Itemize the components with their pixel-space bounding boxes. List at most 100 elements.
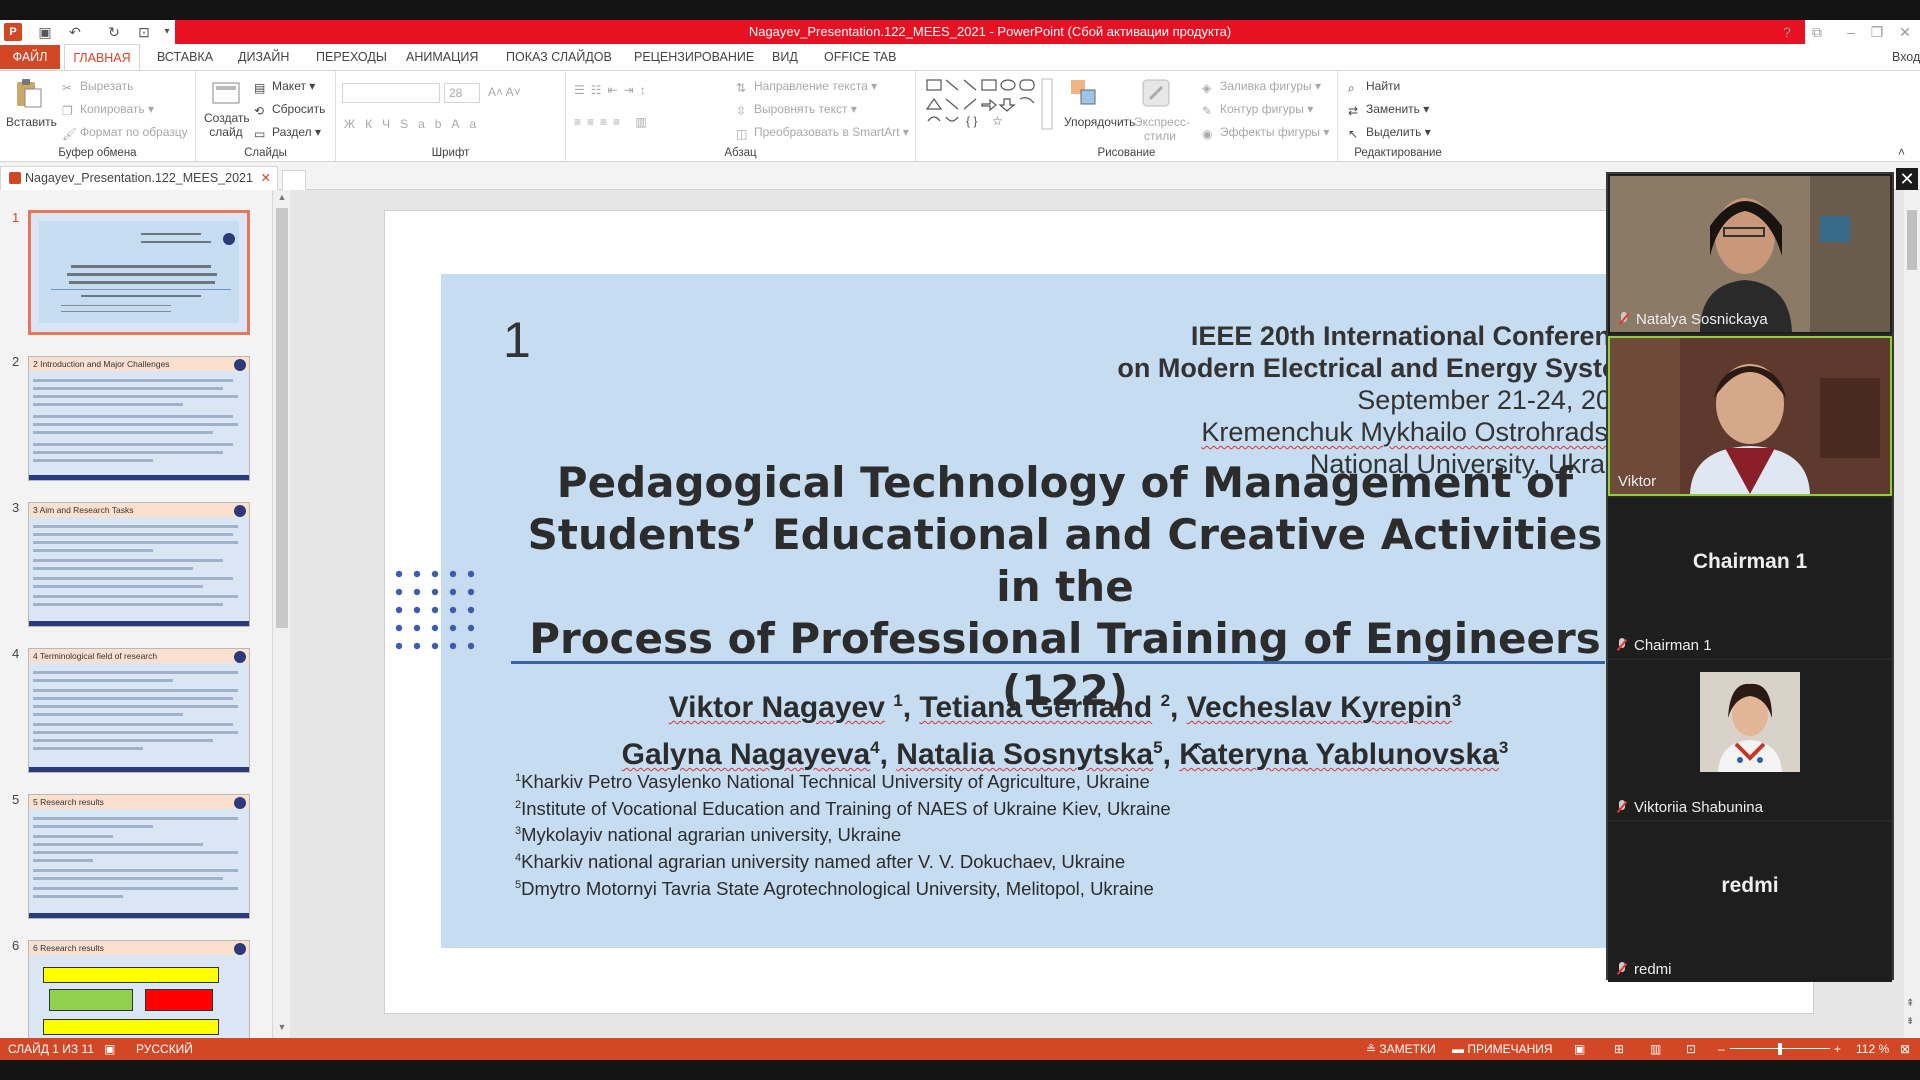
- fit-to-window-icon[interactable]: ⊠: [1900, 1038, 1910, 1060]
- zoom-level[interactable]: 112 %: [1856, 1038, 1889, 1060]
- close-window-icon[interactable]: ✕: [1894, 22, 1916, 42]
- smartart-button[interactable]: ◫ Преобразовать в SmartArt ▾: [736, 125, 909, 141]
- close-tab-icon[interactable]: ✕: [261, 167, 271, 189]
- reset-button[interactable]: ⟲ Сбросить: [254, 102, 326, 118]
- thumbnail-slide-4[interactable]: 4 Terminological field of research: [28, 648, 250, 773]
- normal-view-icon[interactable]: ▣: [1574, 1038, 1585, 1060]
- tab-file[interactable]: ФАЙЛ: [0, 45, 60, 69]
- find-button[interactable]: ⌕ Найти: [1348, 79, 1400, 95]
- close-video-panel-icon[interactable]: ✕: [1896, 168, 1918, 190]
- replace-button[interactable]: ⇄ Заменить ▾: [1348, 102, 1429, 118]
- reset-label: Сбросить: [272, 102, 326, 116]
- thumbnail-diagram-box: [43, 1019, 219, 1035]
- help-icon[interactable]: ?: [1776, 22, 1798, 42]
- zoom-slider-thumb[interactable]: [1778, 1043, 1782, 1055]
- participant-tile[interactable]: Chairman 1 Chairman 1: [1608, 498, 1892, 658]
- thumbnails-scrollbar[interactable]: ▲ ▼: [272, 190, 290, 1038]
- thumbnail-slide-1[interactable]: [28, 210, 250, 335]
- shapes-gallery-icon[interactable]: { } ☆: [924, 77, 1054, 133]
- tab-slideshow[interactable]: ПОКАЗ СЛАЙДОВ: [506, 44, 612, 70]
- document-tab[interactable]: Nagayev_Presentation.122_MEES_2021 ✕: [0, 166, 278, 190]
- scroll-up-icon[interactable]: ▲: [275, 192, 289, 204]
- slideshow-view-icon[interactable]: ⊡: [1686, 1038, 1696, 1060]
- font-style-buttons[interactable]: ЖКЧSabAa: [344, 117, 486, 131]
- participant-tile-active[interactable]: Viktor: [1608, 336, 1892, 496]
- participant-tile[interactable]: redmi redmi: [1608, 822, 1892, 982]
- minimize-icon[interactable]: –: [1840, 22, 1862, 42]
- cut-button[interactable]: ✂ Вырезать: [62, 79, 133, 95]
- thumbnail-text: [33, 595, 238, 598]
- slide-sorter-icon[interactable]: ⊞: [1614, 1038, 1624, 1060]
- ribbon-display-icon[interactable]: ⧉: [1806, 22, 1828, 42]
- new-slide-button[interactable]: Создать слайд: [204, 111, 250, 139]
- tab-office-tab[interactable]: OFFICE TAB: [824, 44, 896, 70]
- participant-tile[interactable]: Natalya Sosnickaya: [1608, 174, 1892, 334]
- tab-home[interactable]: ГЛАВНАЯ: [64, 44, 140, 71]
- title-line: Pedagogical Technology of Management of: [556, 458, 1574, 507]
- slideshow-icon[interactable]: ⊡: [135, 23, 153, 41]
- signin-link[interactable]: Вход: [1892, 44, 1920, 70]
- thumbnails-scroll-thumb[interactable]: [276, 208, 288, 628]
- thumbnail-slide-2[interactable]: 2 Introduction and Major Challenges: [28, 356, 250, 481]
- reading-view-icon[interactable]: ▥: [1650, 1038, 1661, 1060]
- new-tab-button[interactable]: [282, 170, 306, 190]
- slide-canvas[interactable]: IEEE 20th International Conference on Mo…: [384, 210, 1814, 1014]
- decoration-dot: [413, 606, 421, 614]
- font-group: 28 A˄ A˅ ЖКЧSabAa Шрифт: [336, 71, 566, 161]
- scroll-down-icon[interactable]: ▼: [275, 1022, 289, 1034]
- language-indicator[interactable]: РУССКИЙ: [136, 1038, 193, 1060]
- text-direction-button[interactable]: ⇅ Направление текста ▾: [736, 79, 877, 95]
- thumbnail-title: 4 Terminological field of research: [29, 649, 249, 663]
- copy-button[interactable]: ❐ Копировать ▾: [62, 102, 154, 118]
- customize-toolbar-icon[interactable]: ▾: [158, 23, 176, 41]
- thumbnail-slide-5[interactable]: 5 Research results: [28, 794, 250, 919]
- video-participants-panel: Natalya Sosnickaya Viktor Chairman 1 Cha…: [1606, 172, 1894, 982]
- collapse-ribbon-icon[interactable]: ˄: [1898, 145, 1905, 159]
- save-icon[interactable]: ▣: [36, 23, 54, 41]
- powerpoint-window: P ▣ ↶ ↻ ⊡ ▾ Nagayev_Presentation.122_MEE…: [0, 0, 1920, 1080]
- redo-icon[interactable]: ↻: [105, 23, 123, 41]
- shape-outline-button[interactable]: ✎ Контур фигуры ▾: [1202, 102, 1313, 118]
- paste-button[interactable]: Вставить: [6, 115, 57, 129]
- align-text-icon: ⇳: [736, 104, 747, 118]
- thumbnail-slide-3[interactable]: 3 Aim and Research Tasks: [28, 502, 250, 627]
- tab-insert[interactable]: ВСТАВКА: [157, 44, 213, 70]
- decoration-dot: [431, 570, 439, 578]
- tab-design[interactable]: ДИЗАЙН: [238, 44, 289, 70]
- shape-effects-button[interactable]: ◉ Эффекты фигуры ▾: [1202, 125, 1329, 141]
- participant-tile[interactable]: Viktoriia Shabunina: [1608, 660, 1892, 820]
- font-size-box[interactable]: 28: [444, 83, 480, 103]
- grow-font-icon[interactable]: A˄ A˅: [488, 85, 521, 99]
- tab-animation[interactable]: АНИМАЦИЯ: [406, 44, 478, 70]
- undo-icon[interactable]: ↶: [66, 23, 84, 41]
- affiliation-line: 4Kharkiv national agrarian university na…: [515, 847, 1605, 874]
- tab-view[interactable]: ВИД: [772, 44, 798, 70]
- tab-transitions[interactable]: ПЕРЕХОДЫ: [316, 44, 387, 70]
- thumbnail-slide-6[interactable]: 6 Research results: [28, 940, 250, 1038]
- maximize-icon[interactable]: ❐: [1866, 22, 1888, 42]
- format-painter-button[interactable]: 🖌 Формат по образцу: [62, 125, 188, 141]
- slide-scroll-thumb[interactable]: [1907, 210, 1917, 270]
- quick-styles-button[interactable]: Экспресс-стили: [1134, 115, 1190, 143]
- list-icons[interactable]: ☰☷⇤⇥↕: [574, 83, 652, 97]
- select-button[interactable]: ↖ Выделить ▾: [1348, 125, 1431, 141]
- zoom-in-icon[interactable]: +: [1834, 1038, 1841, 1060]
- layout-button[interactable]: ▤ Макет ▾: [254, 79, 315, 95]
- prev-slide-icon[interactable]: ⇞: [1906, 998, 1918, 1009]
- arrange-button[interactable]: Упорядочить: [1064, 115, 1135, 129]
- spellcheck-icon[interactable]: ▣: [104, 1038, 115, 1060]
- slide-scrollbar[interactable]: ⇞ ⇟: [1904, 190, 1920, 1038]
- comments-button[interactable]: ▬ ПРИМЕЧАНИЯ: [1452, 1038, 1553, 1060]
- next-slide-icon[interactable]: ⇟: [1906, 1016, 1918, 1027]
- shape-effects-label: Эффекты фигуры: [1220, 125, 1321, 139]
- decoration-dot: [431, 642, 439, 650]
- font-name-box[interactable]: [342, 83, 440, 103]
- section-button[interactable]: ▭ Раздел ▾: [254, 125, 321, 141]
- align-text-button[interactable]: ⇳ Выровнять текст ▾: [736, 102, 857, 118]
- title-underline: [511, 661, 1605, 664]
- align-icons[interactable]: ≡≡≡≡ ▥: [574, 115, 653, 129]
- notes-button[interactable]: ≗ ЗАМЕТКИ: [1366, 1038, 1436, 1060]
- zoom-out-icon[interactable]: –: [1718, 1038, 1725, 1060]
- shape-fill-button[interactable]: ◈ Заливка фигуры ▾: [1202, 79, 1321, 95]
- tab-review[interactable]: РЕЦЕНЗИРОВАНИЕ: [634, 44, 754, 70]
